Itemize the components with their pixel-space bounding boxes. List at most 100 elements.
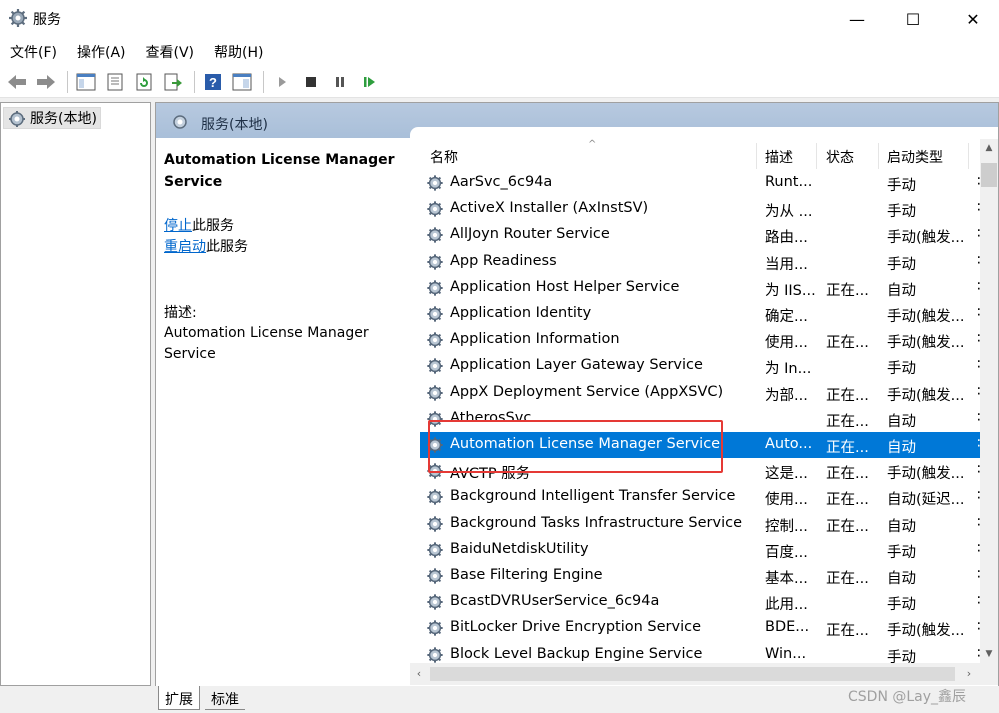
service-name-cell: ActiveX Installer (AxInstSV) bbox=[450, 200, 649, 217]
properties-icon[interactable] bbox=[102, 70, 128, 94]
service-name-cell: BitLocker Drive Encryption Service bbox=[450, 619, 702, 636]
tab-standard[interactable]: 标准 bbox=[205, 686, 245, 710]
tree-item-services-local[interactable]: 服务(本地) bbox=[3, 107, 101, 129]
restart-service-link[interactable]: 重启动 bbox=[164, 239, 206, 255]
table-row[interactable]: App Readiness 当用... 手动 ∶ bbox=[420, 249, 980, 275]
service-status-cell: 正在... bbox=[826, 282, 869, 299]
service-startup-type-cell: 手动 bbox=[887, 256, 916, 273]
scroll-left-arrow-icon[interactable]: ‹ bbox=[410, 663, 428, 685]
maximize-button[interactable]: ☐ bbox=[890, 0, 936, 38]
console-tree-icon[interactable] bbox=[73, 70, 99, 94]
table-row[interactable]: AllJoyn Router Service 路由... 手动(触发... ∶ bbox=[420, 222, 980, 248]
description-panel: Automation License Manager Service 停止此服务… bbox=[156, 138, 410, 686]
stop-service-link[interactable]: 停止 bbox=[164, 218, 192, 234]
service-description-cell: BDE... bbox=[765, 619, 810, 636]
scroll-down-arrow-icon[interactable]: ▼ bbox=[980, 645, 998, 663]
start-service-icon[interactable] bbox=[269, 70, 295, 94]
service-gear-icon bbox=[426, 226, 444, 248]
service-description-cell: 使用... bbox=[765, 492, 808, 509]
service-startup-type-cell: 手动(触发... bbox=[887, 387, 965, 404]
service-status-cell: 正在... bbox=[826, 387, 869, 404]
service-description-cell: 使用... bbox=[765, 335, 808, 352]
service-description-cell: 路由... bbox=[765, 230, 808, 247]
export-list-icon[interactable] bbox=[160, 70, 186, 94]
service-gear-icon bbox=[426, 515, 444, 537]
column-divider[interactable] bbox=[878, 143, 879, 169]
table-row[interactable]: BcastDVRUserService_6c94a 此用... 手动 ∶ bbox=[420, 589, 980, 615]
refresh-icon[interactable] bbox=[131, 70, 157, 94]
service-gear-icon bbox=[426, 567, 444, 589]
service-gear-icon bbox=[426, 200, 444, 222]
table-row[interactable]: Background Tasks Infrastructure Service 控… bbox=[420, 511, 980, 537]
pause-service-icon[interactable] bbox=[327, 70, 353, 94]
service-startup-type-cell: 手动 bbox=[887, 544, 916, 561]
table-row[interactable]: ActiveX Installer (AxInstSV) 为从 ... 手动 ∶ bbox=[420, 196, 980, 222]
column-header-startup-type[interactable]: 启动类型 bbox=[887, 147, 943, 167]
close-button[interactable]: ✕ bbox=[950, 0, 996, 38]
service-description-cell: 确定... bbox=[765, 309, 808, 325]
horizontal-scroll-thumb[interactable] bbox=[430, 667, 955, 681]
service-description-cell: 此用... bbox=[765, 597, 808, 614]
service-status-cell: 正在... bbox=[826, 518, 869, 535]
menu-view[interactable]: 查看(V) bbox=[146, 42, 195, 62]
tree-item-label: 服务(本地) bbox=[30, 111, 97, 127]
column-divider[interactable] bbox=[968, 143, 969, 169]
service-startup-type-cell: 手动 bbox=[887, 178, 916, 194]
service-name-cell: Base Filtering Engine bbox=[450, 567, 603, 583]
horizontal-scrollbar[interactable]: ‹ › bbox=[410, 663, 980, 685]
toolbar-separator bbox=[67, 70, 68, 93]
scroll-right-arrow-icon[interactable]: › bbox=[960, 663, 978, 685]
service-gear-icon bbox=[426, 357, 444, 379]
menu-action[interactable]: 操作(A) bbox=[77, 42, 126, 62]
scroll-up-arrow-icon[interactable]: ▲ bbox=[980, 139, 998, 157]
column-header-name[interactable]: 名称 bbox=[430, 147, 458, 167]
services-list: ^ 名称 描述 状态 启动类型 AarSvc_6c94a Runt... 手动 ∶ Ac… bbox=[410, 127, 998, 687]
stop-service-icon[interactable] bbox=[298, 70, 324, 94]
services-pane: 服务(本地) Automation License Manager Servic… bbox=[155, 102, 999, 687]
restart-service-icon[interactable] bbox=[356, 70, 382, 94]
table-row[interactable]: Application Identity 确定... 手动(触发... ∶ bbox=[420, 301, 980, 327]
vertical-scroll-thumb[interactable] bbox=[981, 163, 997, 187]
back-arrow-icon[interactable] bbox=[4, 70, 30, 94]
service-name-cell: BaiduNetdiskUtility bbox=[450, 540, 589, 557]
minimize-button[interactable]: — bbox=[834, 0, 880, 38]
vertical-scrollbar[interactable]: ▲ ▼ bbox=[980, 139, 998, 663]
menu-help[interactable]: 帮助(H) bbox=[214, 42, 263, 62]
table-row[interactable]: Application Information 使用... 正在... 手动(触发..… bbox=[420, 327, 980, 353]
forward-arrow-icon[interactable] bbox=[33, 70, 59, 94]
services-gear-icon bbox=[173, 115, 187, 129]
service-status-cell: 正在... bbox=[826, 492, 869, 509]
table-row[interactable]: AarSvc_6c94a Runt... 手动 ∶ bbox=[420, 170, 980, 196]
column-header-status[interactable]: 状态 bbox=[826, 147, 854, 167]
table-row[interactable]: AppX Deployment Service (AppXSVC) 为部... 正在… bbox=[420, 380, 980, 406]
column-divider[interactable] bbox=[816, 143, 817, 169]
help-icon[interactable]: ? bbox=[200, 70, 226, 94]
table-row[interactable]: BaiduNetdiskUtility 百度... 手动 ∶ bbox=[420, 537, 980, 563]
service-name-cell: Background Intelligent Transfer Service bbox=[450, 488, 736, 505]
table-row[interactable]: Application Host Helper Service 为 IIS... 正… bbox=[420, 275, 980, 301]
service-description-cell: 为部... bbox=[765, 387, 808, 404]
table-row[interactable]: Base Filtering Engine 基本... 正在... 自动 ∶ bbox=[420, 563, 980, 589]
service-description-cell: Runt... bbox=[765, 174, 813, 190]
menu-file[interactable]: 文件(F) bbox=[10, 42, 57, 62]
service-name-cell: Background Tasks Infrastructure Service bbox=[450, 514, 742, 531]
service-name-cell: Application Information bbox=[450, 331, 620, 348]
service-startup-type-cell: 自动 bbox=[887, 440, 916, 456]
tab-extended[interactable]: 扩展 bbox=[158, 686, 200, 710]
service-status-cell: 正在... bbox=[826, 571, 869, 587]
service-name-cell: Application Host Helper Service bbox=[450, 278, 680, 295]
service-gear-icon bbox=[426, 541, 444, 563]
service-name-cell: BcastDVRUserService_6c94a bbox=[450, 593, 660, 610]
table-row[interactable]: Background Intelligent Transfer Service 使… bbox=[420, 484, 980, 510]
column-header-description[interactable]: 描述 bbox=[765, 147, 793, 167]
service-gear-icon bbox=[426, 279, 444, 301]
watermark: CSDN @Lay_鑫辰 bbox=[848, 689, 967, 705]
service-startup-type-cell: 手动(触发... bbox=[887, 466, 965, 483]
service-status-cell: 正在... bbox=[826, 335, 869, 352]
table-row[interactable]: Application Layer Gateway Service 为 In...… bbox=[420, 353, 980, 379]
table-row[interactable]: BitLocker Drive Encryption Service BDE...… bbox=[420, 615, 980, 641]
service-description-cell: 控制... bbox=[765, 518, 808, 535]
column-divider[interactable] bbox=[756, 143, 757, 169]
panel-icon[interactable] bbox=[229, 70, 255, 94]
service-description-cell: 为 IIS... bbox=[765, 282, 816, 299]
